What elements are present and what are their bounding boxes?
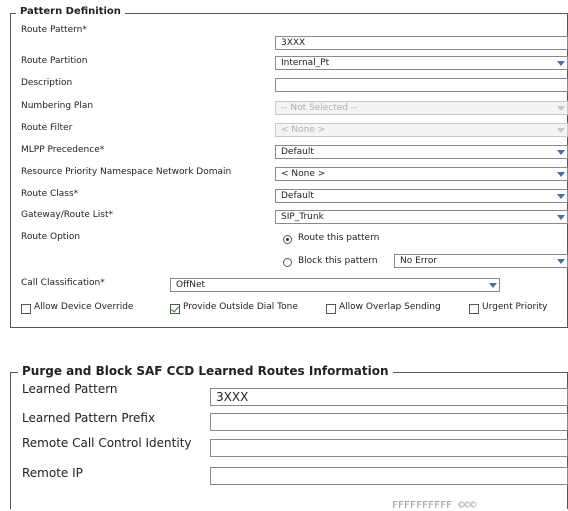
chevron-down-icon <box>557 194 565 199</box>
numbering-plan-select: -- Not Selected -- <box>275 101 568 115</box>
pattern-definition-legend: Pattern Definition <box>16 6 125 17</box>
gateway-route-list-select[interactable]: SIP_Trunk <box>275 210 568 224</box>
route-this-pattern-radio[interactable] <box>283 235 292 244</box>
allow-overlap-sending-label: Allow Overlap Sending <box>339 302 441 312</box>
resource-priority-label: Resource Priority Namespace Network Doma… <box>21 167 232 177</box>
chevron-down-icon <box>557 215 565 220</box>
learned-pattern-prefix-label: Learned Pattern Prefix <box>22 411 156 425</box>
block-reason-select[interactable]: No Error <box>394 254 568 268</box>
provide-outside-dial-tone-label: Provide Outside Dial Tone <box>183 302 298 312</box>
purge-block-legend: Purge and Block SAF CCD Learned Routes I… <box>18 364 393 378</box>
block-this-pattern-radio[interactable] <box>283 258 292 267</box>
route-pattern-input[interactable]: 3XXX <box>275 36 568 50</box>
urgent-priority-label: Urgent Priority <box>482 302 548 312</box>
route-this-pattern-label: Route this pattern <box>298 233 380 243</box>
gateway-route-list-label: Gateway/Route List* <box>21 210 114 220</box>
chevron-down-icon <box>557 128 565 133</box>
footer-fragment: FFFFFFFFFF ©©© <box>392 500 477 511</box>
learned-pattern-prefix-input[interactable] <box>210 413 568 431</box>
call-classification-select[interactable]: OffNet <box>170 278 500 292</box>
remote-call-control-identity-label: Remote Call Control Identity <box>22 436 192 450</box>
block-this-pattern-label: Block this pattern <box>298 256 378 266</box>
description-label: Description <box>21 78 73 88</box>
remote-ip-input[interactable] <box>210 467 568 485</box>
route-option-label: Route Option <box>21 232 81 242</box>
resource-priority-select[interactable]: < None > <box>275 167 568 181</box>
allow-device-override-label: Allow Device Override <box>34 302 134 312</box>
remote-ip-label: Remote IP <box>22 466 83 480</box>
description-input[interactable] <box>275 78 568 92</box>
learned-pattern-input[interactable]: 3XXX <box>210 388 568 406</box>
route-filter-select: < None > <box>275 123 568 137</box>
route-pattern-label: Route Pattern* <box>21 25 87 35</box>
chevron-down-icon <box>557 172 565 177</box>
route-partition-select[interactable]: Internal_Pt <box>275 56 568 70</box>
learned-pattern-label: Learned Pattern <box>22 382 118 396</box>
remote-call-control-identity-input[interactable] <box>210 439 568 457</box>
chevron-down-icon <box>489 283 497 288</box>
route-class-select[interactable]: Default <box>275 189 568 203</box>
route-partition-label: Route Partition <box>21 56 88 66</box>
call-classification-label: Call Classification* <box>21 278 105 288</box>
mlpp-precedence-label: MLPP Precedence* <box>21 145 105 155</box>
chevron-down-icon <box>557 259 565 264</box>
numbering-plan-label: Numbering Plan <box>21 101 94 111</box>
chevron-down-icon <box>557 150 565 155</box>
allow-device-override-checkbox[interactable] <box>21 304 31 314</box>
route-filter-label: Route Filter <box>21 123 73 133</box>
allow-overlap-sending-checkbox[interactable] <box>326 304 336 314</box>
mlpp-precedence-select[interactable]: Default <box>275 145 568 159</box>
chevron-down-icon <box>557 106 565 111</box>
route-class-label: Route Class* <box>21 189 79 199</box>
chevron-down-icon <box>557 61 565 66</box>
provide-outside-dial-tone-checkbox[interactable] <box>170 304 180 314</box>
urgent-priority-checkbox[interactable] <box>469 304 479 314</box>
